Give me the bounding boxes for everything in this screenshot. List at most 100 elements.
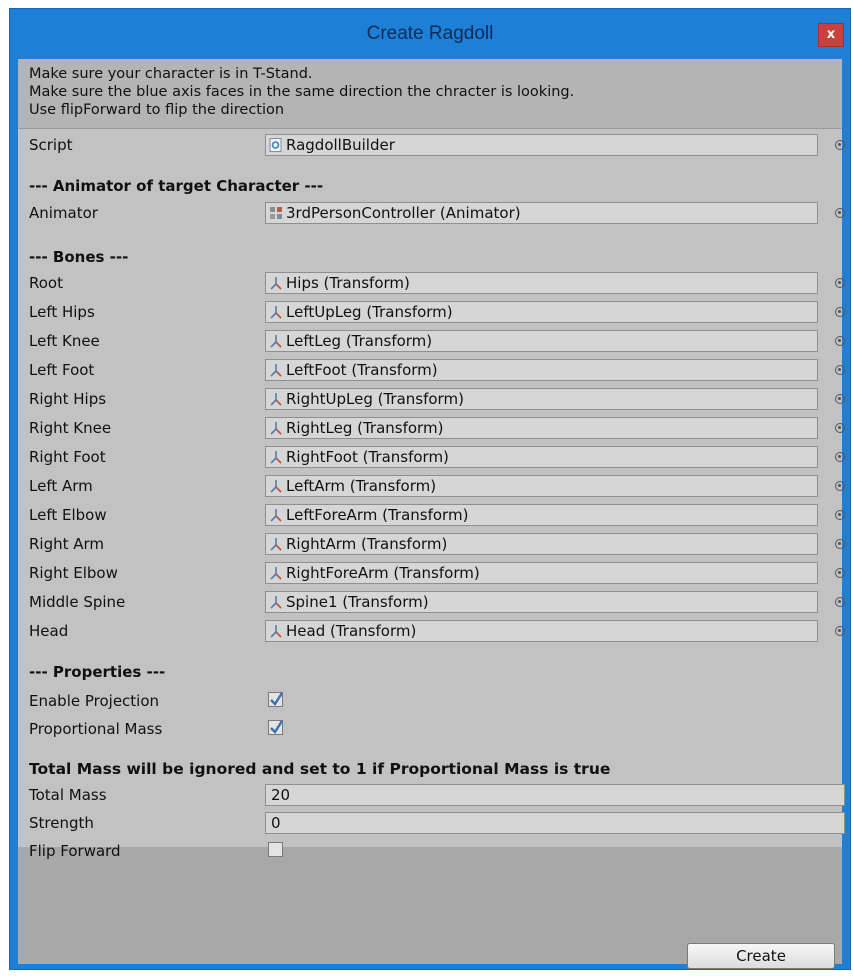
strength-label: Strength bbox=[29, 814, 94, 832]
bone-row-middle-spine: Middle Spine Spine1 (Transform) bbox=[18, 588, 845, 616]
strength-row: Strength 0 bbox=[18, 809, 845, 837]
create-button[interactable]: Create bbox=[687, 943, 835, 969]
bone-field-right-elbow[interactable]: RightForeArm (Transform) bbox=[265, 562, 818, 584]
bone-picker-icon[interactable] bbox=[835, 452, 845, 462]
bone-label: Right Foot bbox=[29, 448, 106, 466]
bone-row-left-elbow: Left Elbow LeftForeArm (Transform) bbox=[18, 501, 845, 529]
bone-field-middle-spine[interactable]: Spine1 (Transform) bbox=[265, 591, 818, 613]
help-box: Make sure your character is in T-Stand. … bbox=[18, 59, 842, 129]
script-picker-icon[interactable] bbox=[835, 140, 845, 150]
bone-picker-icon[interactable] bbox=[835, 365, 845, 375]
bone-picker-icon[interactable] bbox=[835, 278, 845, 288]
bone-label: Middle Spine bbox=[29, 593, 126, 611]
animator-icon bbox=[270, 207, 282, 219]
help-line-2: Make sure the blue axis faces in the sam… bbox=[29, 84, 575, 100]
bone-field-right-hips[interactable]: RightUpLeg (Transform) bbox=[265, 388, 818, 410]
bone-value: RightArm (Transform) bbox=[286, 535, 448, 553]
bone-field-left-foot[interactable]: LeftFoot (Transform) bbox=[265, 359, 818, 381]
bone-value: LeftUpLeg (Transform) bbox=[286, 303, 453, 321]
transform-icon bbox=[270, 335, 282, 348]
bone-label: Right Elbow bbox=[29, 564, 118, 582]
bone-label: Right Knee bbox=[29, 419, 112, 437]
window-title: Create Ragdoll bbox=[366, 23, 494, 44]
properties-section-header: --- Properties --- bbox=[29, 663, 166, 681]
close-button[interactable]: x bbox=[818, 23, 844, 47]
animator-section-header: --- Animator of target Character --- bbox=[29, 177, 324, 195]
script-row: Script RagdollBuilder bbox=[18, 131, 845, 159]
bone-value: RightLeg (Transform) bbox=[286, 419, 444, 437]
proportional-mass-checkbox[interactable] bbox=[268, 720, 284, 735]
enable-projection-label: Enable Projection bbox=[29, 692, 160, 710]
bone-row-right-foot: Right Foot RightFoot (Transform) bbox=[18, 443, 845, 471]
strength-input[interactable]: 0 bbox=[265, 812, 845, 834]
bone-field-left-knee[interactable]: LeftLeg (Transform) bbox=[265, 330, 818, 352]
flip-forward-label: Flip Forward bbox=[29, 842, 121, 860]
proportional-mass-label: Proportional Mass bbox=[29, 720, 163, 738]
script-field[interactable]: RagdollBuilder bbox=[265, 134, 818, 156]
bone-value: Head (Transform) bbox=[286, 622, 417, 640]
bone-label: Root bbox=[29, 274, 63, 292]
animator-label: Animator bbox=[29, 204, 98, 222]
bone-label: Left Foot bbox=[29, 361, 95, 379]
bone-picker-icon[interactable] bbox=[835, 597, 845, 607]
transform-icon bbox=[270, 509, 282, 522]
enable-projection-row: Enable Projection bbox=[18, 687, 842, 715]
checkmark-icon bbox=[270, 692, 284, 706]
bone-row-right-arm: Right Arm RightArm (Transform) bbox=[18, 530, 845, 558]
bone-picker-icon[interactable] bbox=[835, 423, 845, 433]
total-mass-input[interactable]: 20 bbox=[265, 784, 845, 806]
bone-label: Left Hips bbox=[29, 303, 95, 321]
transform-icon bbox=[270, 451, 282, 464]
transform-icon bbox=[270, 538, 282, 551]
bone-value: LeftFoot (Transform) bbox=[286, 361, 438, 379]
bone-field-head[interactable]: Head (Transform) bbox=[265, 620, 818, 642]
flip-forward-checkbox[interactable] bbox=[268, 842, 283, 857]
transform-icon bbox=[270, 596, 282, 609]
bone-field-left-arm[interactable]: LeftArm (Transform) bbox=[265, 475, 818, 497]
flip-forward-row: Flip Forward bbox=[18, 837, 842, 865]
transform-icon bbox=[270, 364, 282, 377]
animator-field[interactable]: 3rdPersonController (Animator) bbox=[265, 202, 818, 224]
bone-label: Right Hips bbox=[29, 390, 107, 408]
bone-row-head: Head Head (Transform) bbox=[18, 617, 845, 645]
transform-icon bbox=[270, 306, 282, 319]
bone-field-left-hips[interactable]: LeftUpLeg (Transform) bbox=[265, 301, 818, 323]
bone-picker-icon[interactable] bbox=[835, 394, 845, 404]
animator-picker-icon[interactable] bbox=[835, 208, 845, 218]
script-icon bbox=[269, 138, 282, 152]
total-mass-row: Total Mass 20 bbox=[18, 781, 845, 809]
bones-section-header: --- Bones --- bbox=[29, 248, 129, 266]
transform-icon bbox=[270, 277, 282, 290]
transform-icon bbox=[270, 422, 282, 435]
mass-note: Total Mass will be ignored and set to 1 … bbox=[29, 760, 611, 778]
bone-field-left-elbow[interactable]: LeftForeArm (Transform) bbox=[265, 504, 818, 526]
total-mass-label: Total Mass bbox=[29, 786, 107, 804]
bone-label: Head bbox=[29, 622, 69, 640]
script-value: RagdollBuilder bbox=[286, 136, 395, 154]
bone-field-right-knee[interactable]: RightLeg (Transform) bbox=[265, 417, 818, 439]
bone-picker-icon[interactable] bbox=[835, 539, 845, 549]
bone-field-right-arm[interactable]: RightArm (Transform) bbox=[265, 533, 818, 555]
bone-picker-icon[interactable] bbox=[835, 626, 845, 636]
window-content: Make sure your character is in T-Stand. … bbox=[18, 59, 845, 969]
bone-field-root[interactable]: Hips (Transform) bbox=[265, 272, 818, 294]
enable-projection-checkbox[interactable] bbox=[268, 692, 284, 707]
bone-row-right-hips: Right Hips RightUpLeg (Transform) bbox=[18, 385, 845, 413]
bone-picker-icon[interactable] bbox=[835, 307, 845, 317]
bone-value: LeftArm (Transform) bbox=[286, 477, 437, 495]
bone-picker-icon[interactable] bbox=[835, 336, 845, 346]
bone-field-right-foot[interactable]: RightFoot (Transform) bbox=[265, 446, 818, 468]
transform-icon bbox=[270, 625, 282, 638]
bone-label: Left Elbow bbox=[29, 506, 107, 524]
help-line-1: Make sure your character is in T-Stand. bbox=[29, 66, 313, 82]
bone-value: RightFoot (Transform) bbox=[286, 448, 449, 466]
bone-picker-icon[interactable] bbox=[835, 510, 845, 520]
bone-value: LeftForeArm (Transform) bbox=[286, 506, 469, 524]
bone-row-left-hips: Left Hips LeftUpLeg (Transform) bbox=[18, 298, 845, 326]
bone-picker-icon[interactable] bbox=[835, 481, 845, 491]
bone-row-left-arm: Left Arm LeftArm (Transform) bbox=[18, 472, 845, 500]
bone-label: Left Arm bbox=[29, 477, 93, 495]
bone-picker-icon[interactable] bbox=[835, 568, 845, 578]
bone-row-right-elbow: Right Elbow RightForeArm (Transform) bbox=[18, 559, 845, 587]
help-line-3: Use flipForward to flip the direction bbox=[29, 102, 285, 118]
